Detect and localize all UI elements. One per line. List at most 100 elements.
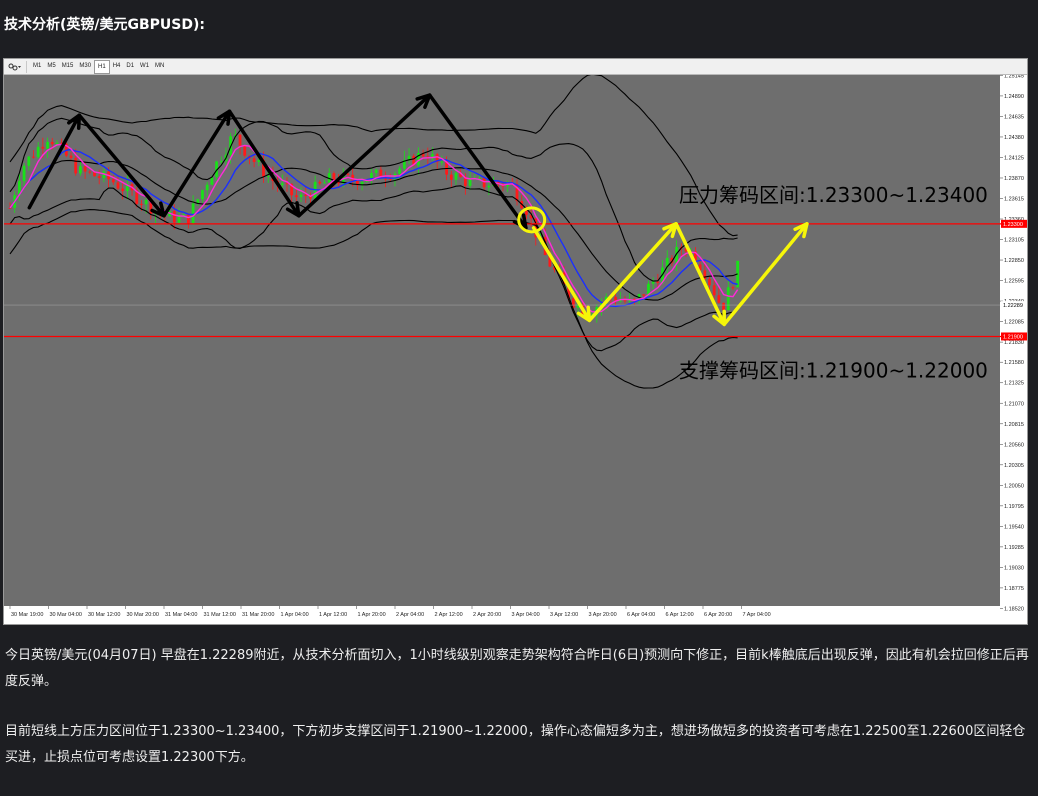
candle-body bbox=[280, 183, 284, 186]
candle-body bbox=[623, 300, 627, 302]
candle-body bbox=[468, 179, 472, 186]
x-tick-label: 6 Apr 04:00 bbox=[627, 612, 655, 618]
candlestick-chart[interactable]: 1.25145 1.24890 1.24635 1.24380 1.24125 1.238… bbox=[4, 75, 1027, 624]
candle-body bbox=[69, 155, 73, 158]
timeframe-m1-button[interactable]: M1 bbox=[30, 60, 44, 72]
candle-body bbox=[656, 281, 660, 283]
candle-body bbox=[266, 175, 270, 177]
crosshair-cursor-icon[interactable] bbox=[4, 60, 27, 73]
candle-body bbox=[79, 166, 82, 174]
candle-body bbox=[304, 194, 308, 196]
candle-body bbox=[116, 182, 120, 189]
candle-body bbox=[186, 214, 190, 224]
candle-body bbox=[243, 145, 247, 156]
y-tick-label: 1.22595 bbox=[1004, 279, 1024, 285]
resistance-price-tag: 1.23300 bbox=[1003, 222, 1023, 228]
y-tick-label: 1.21580 bbox=[1004, 360, 1024, 366]
y-tick-label: 1.21830 bbox=[1004, 340, 1024, 346]
x-tick-label: 1 Apr 12:00 bbox=[319, 612, 347, 618]
y-tick-label: 1.21070 bbox=[1004, 401, 1024, 407]
candle-body bbox=[36, 146, 40, 158]
x-tick-label: 30 Mar 20:00 bbox=[127, 612, 159, 618]
candle-body bbox=[238, 134, 242, 146]
resistance-zone-label: 压力筹码区间:1.23300~1.23400 bbox=[679, 183, 988, 207]
candle-body bbox=[717, 295, 721, 303]
timeframe-d1-button[interactable]: D1 bbox=[123, 60, 137, 72]
candle-body bbox=[177, 216, 181, 223]
candle-body bbox=[121, 188, 125, 192]
candle-body bbox=[257, 160, 261, 162]
x-tick-label: 31 Mar 20:00 bbox=[242, 612, 274, 618]
candle-body bbox=[294, 195, 298, 198]
x-tick-label: 2 Apr 04:00 bbox=[396, 612, 424, 618]
timeframe-mn-button[interactable]: MN bbox=[152, 60, 167, 72]
y-tick-label: 1.24380 bbox=[1004, 135, 1024, 141]
candle-body bbox=[252, 158, 256, 162]
candle-body bbox=[726, 287, 730, 311]
candle-body bbox=[144, 199, 148, 205]
y-tick-label: 1.19285 bbox=[1004, 545, 1024, 551]
y-tick-label: 1.23615 bbox=[1004, 196, 1024, 202]
price-chart[interactable]: M1 M5 M15 M30 H1 H4 D1 W1 MN 1.25145 1.24890 1.246… bbox=[3, 58, 1028, 625]
candle-body bbox=[454, 172, 458, 180]
x-tick-label: 2 Apr 20:00 bbox=[473, 612, 501, 618]
candle-body bbox=[449, 174, 453, 180]
y-tick-label: 1.19540 bbox=[1004, 524, 1024, 530]
y-tick-label: 1.18520 bbox=[1004, 606, 1024, 612]
candle-body bbox=[55, 142, 59, 145]
candle-body bbox=[201, 190, 204, 200]
x-tick-label: 1 Apr 04:00 bbox=[281, 612, 309, 618]
timeframe-w1-button[interactable]: W1 bbox=[137, 60, 152, 72]
y-tick-label: 1.22850 bbox=[1004, 258, 1024, 264]
y-tick-label: 1.24125 bbox=[1004, 155, 1024, 161]
candle-body bbox=[487, 185, 491, 188]
x-tick-label: 30 Mar 04:00 bbox=[50, 612, 82, 618]
support-zone-label: 支撑筹码区间:1.21900~1.22000 bbox=[679, 358, 988, 382]
candle-body bbox=[83, 166, 87, 172]
current-price-tag: 1.22289 bbox=[1003, 303, 1023, 309]
candle-body bbox=[642, 294, 646, 296]
strategy-paragraph: 目前短线上方压力区间位于1.23300~1.23400，下方初步支撑区间于1.2… bbox=[5, 724, 1026, 765]
x-tick-label: 6 Apr 20:00 bbox=[704, 612, 732, 618]
candle-body bbox=[398, 168, 402, 174]
timeframe-h1-button[interactable]: H1 bbox=[94, 59, 110, 74]
y-tick-label: 1.20560 bbox=[1004, 442, 1024, 448]
candle-body bbox=[299, 194, 303, 198]
x-tick-label: 1 Apr 20:00 bbox=[358, 612, 386, 618]
x-tick-label: 6 Apr 12:00 bbox=[666, 612, 694, 618]
candle-body bbox=[74, 157, 78, 174]
y-tick-label: 1.21325 bbox=[1004, 381, 1024, 387]
y-tick-label: 1.24635 bbox=[1004, 114, 1024, 120]
y-tick-label: 1.22085 bbox=[1004, 320, 1024, 326]
candle-body bbox=[731, 287, 735, 289]
timeframe-m5-button[interactable]: M5 bbox=[44, 60, 58, 72]
candle-body bbox=[712, 285, 716, 296]
candle-body bbox=[388, 178, 392, 180]
y-tick-label: 1.24890 bbox=[1004, 94, 1024, 100]
timeframe-m15-button[interactable]: M15 bbox=[59, 60, 77, 72]
timeframe-h4-button[interactable]: H4 bbox=[110, 60, 124, 72]
page-title: 技术分析(英镑/美元GBPUSD): bbox=[4, 17, 206, 33]
timeframe-m30-button[interactable]: M30 bbox=[76, 60, 94, 72]
candle-body bbox=[140, 203, 143, 205]
x-tick-label: 7 Apr 04:00 bbox=[743, 612, 771, 618]
candle-body bbox=[88, 171, 92, 173]
y-tick-label: 1.20305 bbox=[1004, 463, 1024, 469]
y-tick-label: 1.19795 bbox=[1004, 504, 1024, 510]
x-tick-label: 30 Mar 19:00 bbox=[11, 612, 43, 618]
candle-body bbox=[41, 146, 45, 149]
x-tick-label: 3 Apr 12:00 bbox=[550, 612, 578, 618]
y-tick-label: 1.18775 bbox=[1004, 586, 1024, 592]
support-price-tag: 1.21900 bbox=[1003, 334, 1023, 340]
x-tick-label: 31 Mar 04:00 bbox=[165, 612, 197, 618]
candle-body bbox=[111, 179, 115, 183]
candle-body bbox=[27, 156, 31, 166]
plot-area bbox=[4, 75, 1000, 606]
candle-body bbox=[374, 169, 378, 173]
chart-toolbar: M1 M5 M15 M30 H1 H4 D1 W1 MN bbox=[4, 59, 1027, 75]
y-tick-label: 1.25145 bbox=[1004, 75, 1024, 79]
candle-body bbox=[323, 182, 326, 184]
candle-body bbox=[384, 178, 387, 180]
candle-body bbox=[219, 161, 223, 163]
candle-body bbox=[172, 211, 176, 223]
